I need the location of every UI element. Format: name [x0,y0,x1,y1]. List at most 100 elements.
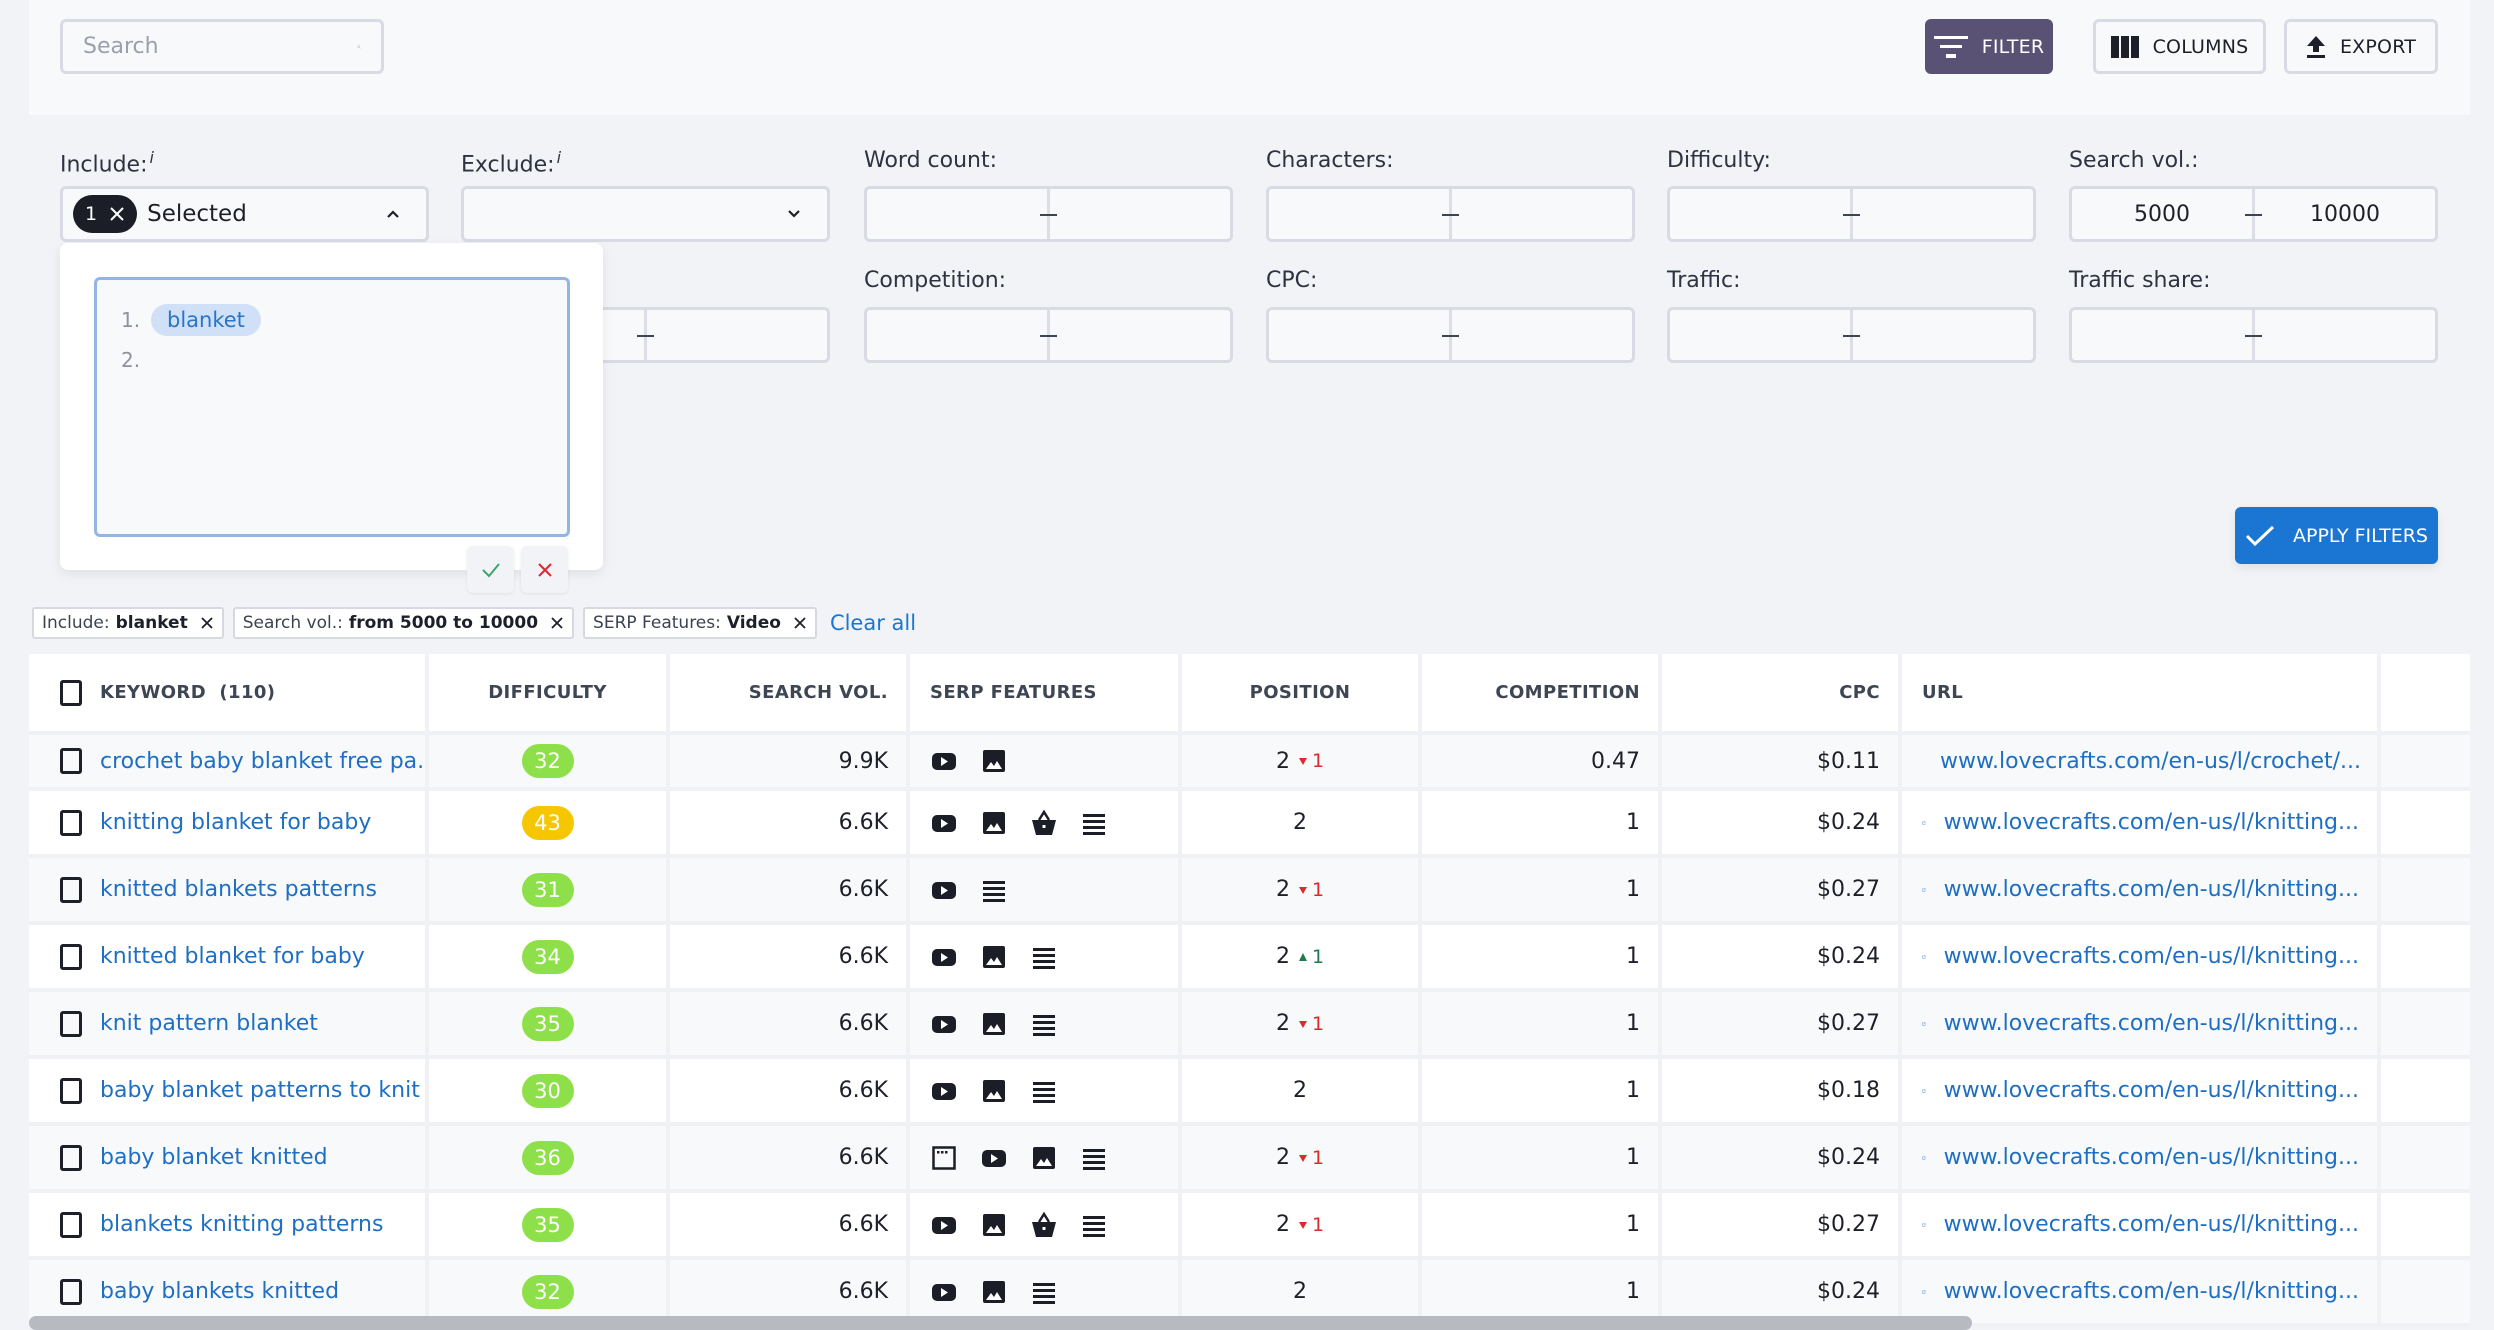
remove-chip-icon[interactable] [550,616,564,630]
traffic-from[interactable] [1670,310,1850,360]
upload-icon [2306,35,2325,58]
competition-to[interactable] [1050,310,1230,360]
url-link[interactable]: www.lovecrafts.com/en-us/l/knitting... [1944,1145,2359,1170]
header-competition[interactable]: COMPETITION [1422,654,1662,731]
cpc-cell: $0.11 [1662,735,1902,787]
header-serp-features[interactable]: SERP FEATURES [910,654,1182,731]
row-checkbox[interactable] [60,1077,82,1104]
search-vol-range: 5000 10000 [2069,186,2438,242]
external-link-icon[interactable] [1922,1013,1926,1035]
keyword-link[interactable]: baby blankets knitted [100,1279,339,1304]
url-link[interactable]: www.lovecrafts.com/en-us/l/knitting... [1944,1078,2359,1103]
header-url[interactable]: URL [1902,654,2381,731]
keyword-link[interactable]: blankets knitting patterns [100,1212,383,1237]
word-count-label: Word count: [864,148,998,173]
external-link-icon[interactable] [1922,946,1926,968]
word-count-to[interactable] [1050,189,1230,239]
extra-cell [2381,1126,2470,1189]
exclude-select[interactable] [461,186,830,242]
url-link[interactable]: www.lovecrafts.com/en-us/l/knitting... [1944,1279,2359,1304]
row-checkbox[interactable] [60,1144,82,1171]
keyword-link[interactable]: knit pattern blanket [100,1011,318,1036]
word-count-from[interactable] [867,189,1047,239]
arrow-down-icon [1298,886,1307,894]
keyword-token[interactable]: blanket [151,304,261,336]
filter-button[interactable]: FILTER [1925,19,2053,74]
cpc-from[interactable] [1269,310,1449,360]
search-input[interactable] [83,34,357,59]
traffic-share-from[interactable] [2072,310,2252,360]
image-icon [983,945,1005,968]
row-checkbox[interactable] [60,748,82,774]
clear-icon[interactable] [109,206,125,222]
apply-filters-button[interactable]: APPLY FILTERS [2235,507,2438,564]
difficulty-to[interactable] [1853,189,2033,239]
characters-to[interactable] [1452,189,1632,239]
search-box[interactable] [60,19,384,74]
columns-button[interactable]: COLUMNS [2093,19,2266,74]
row-checkbox[interactable] [60,1211,82,1238]
chevron-down-icon [788,210,800,218]
external-link-icon[interactable] [1922,812,1926,834]
keyword-link[interactable]: knitting blanket for baby [100,810,371,835]
search-vol-to[interactable]: 10000 [2255,189,2435,239]
exclude-info-icon[interactable]: i [557,148,561,167]
include-keywords-textarea[interactable]: 1. blanket 2. [94,277,570,537]
row-checkbox[interactable] [60,1278,82,1305]
include-select[interactable]: 1 Selected [60,186,429,242]
include-info-icon[interactable]: i [150,148,154,167]
position-cell: 2 [1182,1059,1422,1122]
header-cpc[interactable]: CPC [1662,654,1902,731]
export-button[interactable]: EXPORT [2284,19,2438,74]
traffic-share-to[interactable] [2255,310,2435,360]
cpc-cell: $0.24 [1662,925,1902,988]
cpc-to[interactable] [1452,310,1632,360]
url-link[interactable]: www.lovecrafts.com/en-us/l/knitting... [1944,1011,2359,1036]
traffic-share-range [2069,307,2438,363]
keyword-link[interactable]: crochet baby blanket free pa... [100,749,425,774]
select-all-checkbox[interactable] [60,679,82,706]
keyword-link[interactable]: baby blanket knitted [100,1145,328,1170]
cancel-button[interactable] [521,546,568,593]
row-checkbox[interactable] [60,943,82,970]
row-checkbox[interactable] [60,809,82,836]
header-difficulty[interactable]: DIFFICULTY [429,654,670,731]
external-link-icon[interactable] [1922,1080,1926,1102]
header-keyword-text: KEYWORD [100,682,207,703]
export-button-label: EXPORT [2339,35,2417,58]
include-selected-count-pill[interactable]: 1 [73,195,138,233]
characters-from[interactable] [1269,189,1449,239]
remove-chip-icon[interactable] [793,616,807,630]
serp-features-cell [910,1059,1182,1122]
url-link[interactable]: www.lovecrafts.com/en-us/l/knitting... [1944,944,2359,969]
header-keyword[interactable]: KEYWORD (110) [29,654,429,731]
remove-chip-icon[interactable] [200,616,214,630]
url-link[interactable]: www.lovecrafts.com/en-us/l/crochet/... [1940,749,2361,774]
confirm-button[interactable] [467,546,514,593]
difficulty-from[interactable] [1670,189,1850,239]
search-vol-cell: 6.6K [670,925,910,988]
external-link-icon[interactable] [1922,1147,1926,1169]
horizontal-scrollbar[interactable] [29,1316,1972,1330]
keyword-link[interactable]: knitted blankets patterns [100,877,377,902]
header-position[interactable]: POSITION [1182,654,1422,731]
columns-button-label: COLUMNS [2152,35,2249,58]
external-link-icon[interactable] [1922,1214,1926,1236]
header-extra [2381,654,2470,731]
range-to[interactable] [647,310,827,360]
traffic-to[interactable] [1853,310,2033,360]
url-link[interactable]: www.lovecrafts.com/en-us/l/knitting... [1944,877,2359,902]
row-checkbox[interactable] [60,876,82,903]
url-link[interactable]: www.lovecrafts.com/en-us/l/knitting... [1944,810,2359,835]
keyword-link[interactable]: knitted blanket for baby [100,944,365,969]
clear-all-link[interactable]: Clear all [830,611,916,635]
row-checkbox[interactable] [60,1010,82,1037]
url-link[interactable]: www.lovecrafts.com/en-us/l/knitting... [1944,1212,2359,1237]
search-vol-cell: 6.6K [670,1260,910,1323]
search-vol-from[interactable]: 5000 [2072,189,2252,239]
competition-from[interactable] [867,310,1047,360]
header-search-vol[interactable]: SEARCH VOL. [670,654,910,731]
external-link-icon[interactable] [1922,1281,1926,1303]
keyword-link[interactable]: baby blanket patterns to knit [100,1078,420,1103]
external-link-icon[interactable] [1922,879,1926,901]
